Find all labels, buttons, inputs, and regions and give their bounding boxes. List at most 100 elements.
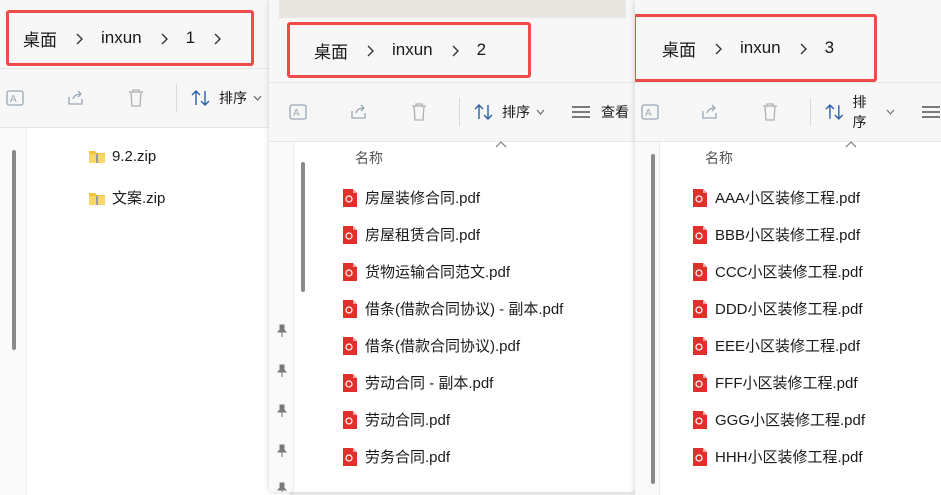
list-item[interactable]: DDD小区装修工程.pdf (691, 298, 863, 319)
scrollbar-thumb[interactable] (12, 150, 16, 350)
list-item[interactable]: 9.2.zip (88, 146, 156, 166)
pdf-file-icon (343, 188, 357, 207)
pin-icon (276, 482, 288, 492)
file-list-pane: 名称 房屋装修合同.pdf 房屋租赁合同.pdf 货物运输合同范文.pdf 借条… (269, 141, 636, 492)
list-item[interactable]: FFF小区装修工程.pdf (691, 372, 858, 393)
view-icon (572, 106, 590, 118)
file-name: 劳动合同 - 副本.pdf (365, 375, 494, 392)
chevron-right-icon[interactable] (433, 40, 477, 60)
list-item[interactable]: 借条(借款合同协议) - 副本.pdf (341, 298, 563, 319)
toolbar-divider (176, 84, 177, 112)
list-item[interactable]: 房屋租赁合同.pdf (341, 224, 480, 245)
sort-label: 排序 (502, 104, 530, 120)
file-name: HHH小区装修工程.pdf (715, 449, 863, 466)
share-button[interactable] (691, 96, 731, 128)
list-item[interactable]: EEE小区装修工程.pdf (691, 335, 860, 356)
list-item[interactable]: CCC小区装修工程.pdf (691, 261, 863, 282)
list-item[interactable]: AAA小区装修工程.pdf (691, 187, 860, 208)
explorer-window-1: 桌面 inxun 1 A 排序 9.2.zip 文案.zip (0, 0, 290, 495)
breadcrumb-item-inxun[interactable]: inxun (101, 28, 142, 48)
sort-icon (191, 90, 210, 106)
chevron-down-icon (536, 109, 545, 115)
file-name: CCC小区装修工程.pdf (715, 264, 863, 281)
breadcrumb-item-folder[interactable]: 3 (825, 38, 834, 58)
chevron-right-icon[interactable] (195, 28, 239, 48)
sort-button[interactable]: 排序 (474, 102, 545, 122)
list-item[interactable]: GGG小区装修工程.pdf (691, 409, 865, 430)
pdf-file-icon (693, 188, 707, 207)
rename-button[interactable]: A (0, 82, 36, 114)
pdf-file-icon (693, 336, 707, 355)
share-button[interactable] (56, 82, 96, 114)
chevron-right-icon[interactable] (781, 38, 825, 58)
zip-folder-icon (89, 192, 105, 205)
chevron-right-icon[interactable] (142, 28, 186, 48)
delete-button[interactable] (116, 82, 156, 114)
svg-text:A: A (293, 108, 300, 119)
sort-label: 排序 (219, 90, 247, 106)
delete-button[interactable] (399, 96, 439, 128)
tab-strip (279, 0, 626, 18)
list-item[interactable]: HHH小区装修工程.pdf (691, 446, 863, 467)
column-header-name[interactable]: 名称 (355, 148, 383, 168)
svg-text:A: A (645, 108, 652, 119)
chevron-right-icon[interactable] (57, 28, 101, 48)
list-item[interactable]: 劳务合同.pdf (341, 446, 450, 467)
trash-icon (762, 103, 777, 121)
file-name: 借条(借款合同协议) - 副本.pdf (365, 301, 564, 318)
breadcrumb-item-folder[interactable]: 1 (186, 28, 195, 48)
command-bar: A 排序 查看 (269, 83, 636, 142)
rename-button[interactable]: A (279, 96, 319, 128)
sort-button[interactable]: 排序 (825, 92, 895, 132)
breadcrumb-item-desktop[interactable]: 桌面 (23, 26, 57, 51)
pdf-file-icon (693, 299, 707, 318)
list-item[interactable]: 借条(借款合同协议).pdf (341, 335, 520, 356)
share-button[interactable] (339, 96, 379, 128)
column-header-name[interactable]: 名称 (705, 148, 733, 168)
breadcrumb[interactable]: 桌面 inxun 3 (635, 14, 877, 82)
breadcrumb-item-desktop[interactable]: 桌面 (662, 36, 696, 61)
view-button[interactable] (921, 105, 941, 119)
file-name: 劳动合同.pdf (365, 412, 451, 429)
view-button[interactable]: 查看 (571, 102, 629, 122)
delete-button[interactable] (750, 96, 790, 128)
breadcrumb-item-inxun[interactable]: inxun (392, 40, 433, 60)
file-name: GGG小区装修工程.pdf (715, 412, 866, 429)
scrollbar-thumb[interactable] (301, 162, 305, 292)
file-name: 借条(借款合同协议).pdf (365, 338, 521, 355)
share-icon (351, 104, 366, 119)
pdf-file-icon (343, 299, 357, 318)
list-item[interactable]: 劳动合同 - 副本.pdf (341, 372, 493, 393)
sort-icon (825, 104, 843, 120)
file-name: AAA小区装修工程.pdf (715, 190, 861, 207)
file-name: EEE小区装修工程.pdf (715, 338, 861, 355)
list-item[interactable]: 货物运输合同范文.pdf (341, 261, 510, 282)
file-name: 房屋装修合同.pdf (365, 190, 481, 207)
breadcrumb-item-inxun[interactable]: inxun (740, 38, 781, 58)
list-item[interactable]: 劳动合同.pdf (341, 409, 450, 430)
pin-icon (276, 404, 288, 417)
view-label: 查看 (601, 104, 629, 120)
trash-icon (412, 103, 426, 121)
chevron-right-icon[interactable] (696, 38, 740, 58)
breadcrumb-item-folder[interactable]: 2 (477, 40, 486, 60)
sort-button[interactable]: 排序 (191, 88, 262, 108)
navigation-pane (635, 142, 660, 495)
chevron-right-icon[interactable] (348, 40, 392, 60)
rename-button[interactable]: A (635, 96, 671, 128)
explorer-window-3: 桌面 inxun 3 A 排序 名称 AAA小区装修工程.pdf BBB小区装修… (635, 0, 941, 495)
explorer-window-2: 桌面 inxun 2 A 排序 查看 名称 房屋装修合同.pdf 房屋租赁合同.… (269, 0, 636, 492)
list-item[interactable]: 文案.zip (88, 187, 165, 208)
breadcrumb[interactable]: 桌面 inxun 2 (287, 22, 531, 78)
breadcrumb-item-desktop[interactable]: 桌面 (314, 38, 348, 63)
list-item[interactable]: 房屋装修合同.pdf (341, 187, 480, 208)
breadcrumb[interactable]: 桌面 inxun 1 (6, 10, 254, 66)
file-name: BBB小区装修工程.pdf (715, 227, 861, 244)
pdf-file-icon (343, 336, 357, 355)
list-item[interactable]: BBB小区装修工程.pdf (691, 224, 860, 245)
pin-icon (276, 364, 288, 377)
toolbar-divider (809, 98, 811, 126)
chevron-down-icon (886, 109, 895, 115)
pdf-file-icon (693, 225, 707, 244)
scrollbar-thumb[interactable] (651, 154, 655, 484)
